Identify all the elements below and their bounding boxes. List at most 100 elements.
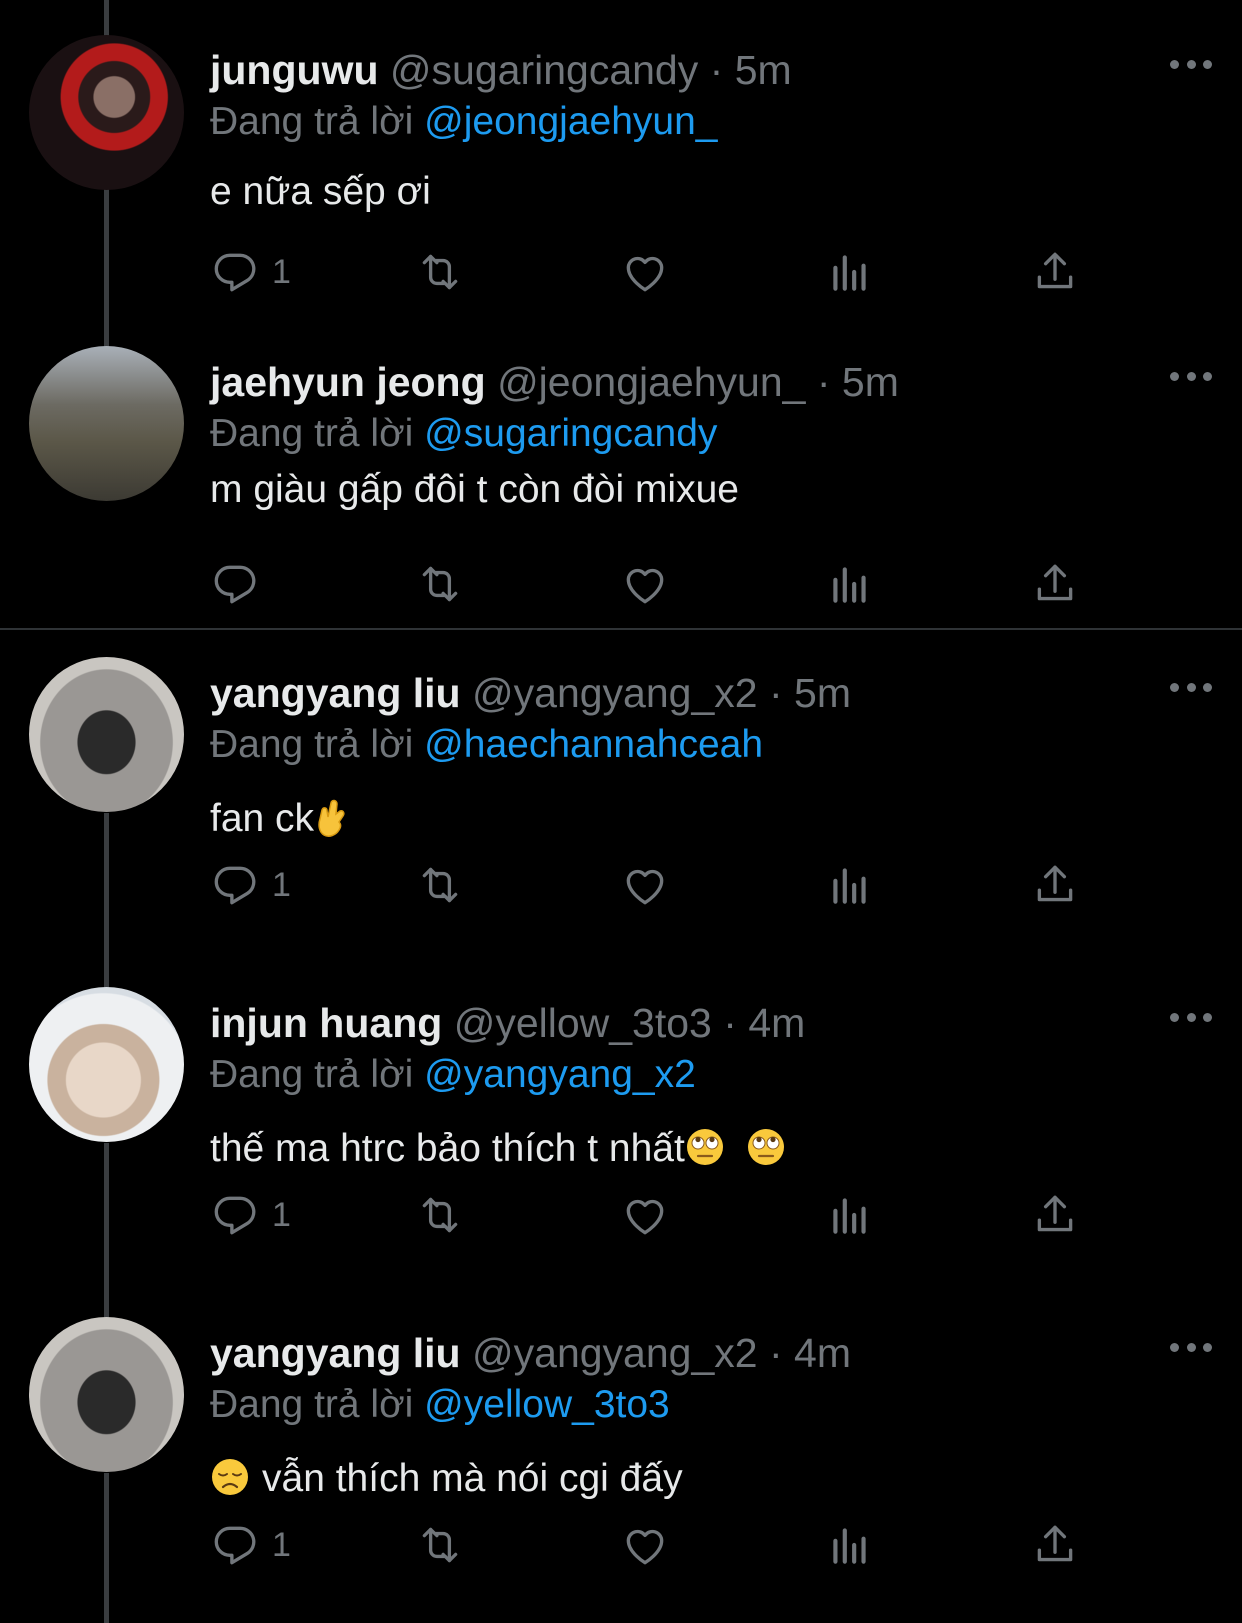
reply-icon [210, 860, 260, 910]
tweet-header: junguwu @sugaringcandy · 5m [210, 42, 792, 98]
mention-link[interactable]: @jeongjaehyun_ [424, 100, 717, 143]
reply-count: 1 [272, 252, 291, 291]
tweet-header: yangyang liu @yangyang_x2 · 4m [210, 1325, 851, 1381]
replying-to-label: Đang trả lời [210, 723, 414, 766]
retweet-button[interactable] [415, 857, 465, 913]
separator: · [816, 359, 831, 405]
tweet-text-row: vẫn thích mà nói cgi đấy [210, 1451, 683, 1513]
display-name[interactable]: jaehyun jeong [210, 359, 486, 405]
views-button[interactable] [825, 556, 875, 612]
views-button[interactable] [825, 244, 875, 300]
handle[interactable]: @yangyang_x2 [472, 1330, 758, 1376]
reply-count: 1 [272, 1195, 291, 1234]
display-name[interactable]: injun huang [210, 1000, 442, 1046]
avatar[interactable] [29, 35, 184, 190]
share-icon [1030, 1190, 1080, 1240]
mention-link[interactable]: @haechannahceah [424, 723, 763, 766]
handle[interactable]: @jeongjaehyun_ [497, 359, 805, 405]
retweet-button[interactable] [415, 1187, 465, 1243]
retweet-button[interactable] [415, 244, 465, 300]
disappointed-emoji [210, 1457, 250, 1513]
like-button[interactable] [620, 244, 670, 300]
replying-to: Đang trả lời @jeongjaehyun_ [210, 94, 718, 150]
like-icon [620, 860, 670, 910]
replying-to-label: Đang trả lời [210, 100, 414, 143]
share-icon [1030, 1520, 1080, 1570]
timestamp[interactable]: 4m [748, 1000, 805, 1046]
mention-link[interactable]: @sugaringcandy [424, 412, 717, 455]
more-icon[interactable] [1170, 54, 1212, 74]
share-button[interactable] [1030, 1187, 1080, 1243]
display-name[interactable]: junguwu [210, 47, 379, 93]
share-button[interactable] [1030, 857, 1080, 913]
retweet-icon [415, 559, 465, 609]
action-bar: 1 [210, 244, 1090, 300]
like-button[interactable] [620, 857, 670, 913]
reply-button[interactable]: 1 [210, 1517, 291, 1573]
action-bar [210, 556, 1090, 612]
like-button[interactable] [620, 556, 670, 612]
reply-count: 1 [272, 865, 291, 904]
display-name[interactable]: yangyang liu [210, 1330, 461, 1376]
reply-button[interactable]: 1 [210, 1187, 291, 1243]
reply-button[interactable]: 1 [210, 857, 291, 913]
like-button[interactable] [620, 1187, 670, 1243]
avatar[interactable] [29, 657, 184, 812]
share-button[interactable] [1030, 556, 1080, 612]
like-button[interactable] [620, 1517, 670, 1573]
more-icon[interactable] [1170, 1337, 1212, 1357]
views-icon [825, 247, 875, 297]
replying-to-label: Đang trả lời [210, 1053, 414, 1096]
like-icon [620, 1520, 670, 1570]
replying-to: Đang trả lời @sugaringcandy [210, 406, 717, 462]
replying-to: Đang trả lời @yangyang_x2 [210, 1047, 696, 1103]
views-icon [825, 860, 875, 910]
reply-button[interactable]: 1 [210, 244, 291, 300]
tweet-header: jaehyun jeong @jeongjaehyun_ · 5m [210, 354, 899, 410]
views-button[interactable] [825, 1187, 875, 1243]
reply-icon [210, 1520, 260, 1570]
eye-roll-emoji [746, 1127, 786, 1183]
more-icon[interactable] [1170, 1007, 1212, 1027]
timestamp[interactable]: 5m [842, 359, 899, 405]
timestamp[interactable]: 5m [794, 670, 851, 716]
thread-line [104, 186, 109, 366]
display-name[interactable]: yangyang liu [210, 670, 461, 716]
retweet-icon [415, 860, 465, 910]
handle[interactable]: @yangyang_x2 [472, 670, 758, 716]
views-icon [825, 1190, 875, 1240]
more-icon[interactable] [1170, 677, 1212, 697]
retweet-icon [415, 1520, 465, 1570]
views-button[interactable] [825, 1517, 875, 1573]
share-button[interactable] [1030, 1517, 1080, 1573]
avatar[interactable] [29, 987, 184, 1142]
handle[interactable]: @yellow_3to3 [454, 1000, 712, 1046]
timestamp[interactable]: 4m [794, 1330, 851, 1376]
action-bar: 1 [210, 1187, 1090, 1243]
separator: · [723, 1000, 737, 1046]
replying-to-label: Đang trả lời [210, 412, 414, 455]
reply-button[interactable] [210, 556, 272, 612]
avatar[interactable] [29, 1317, 184, 1472]
replying-to: Đang trả lời @yellow_3to3 [210, 1377, 670, 1433]
retweet-icon [415, 247, 465, 297]
handle[interactable]: @sugaringcandy [390, 47, 698, 93]
more-icon[interactable] [1170, 366, 1212, 386]
reply-icon [210, 559, 260, 609]
tweet-header: yangyang liu @yangyang_x2 · 5m [210, 665, 851, 721]
retweet-button[interactable] [415, 556, 465, 612]
reply-icon [210, 1190, 260, 1240]
share-button[interactable] [1030, 244, 1080, 300]
thread-line [104, 0, 109, 40]
eye-roll-emoji [685, 1127, 725, 1183]
avatar[interactable] [29, 346, 184, 501]
mention-link[interactable]: @yellow_3to3 [424, 1383, 670, 1426]
replying-to: Đang trả lời @haechannahceah [210, 717, 763, 773]
tweet-text: thế ma htrc bảo thích t nhất [210, 1127, 685, 1170]
mention-link[interactable]: @yangyang_x2 [424, 1053, 696, 1096]
retweet-icon [415, 1190, 465, 1240]
timestamp[interactable]: 5m [735, 47, 792, 93]
thread-line [104, 1143, 109, 1323]
retweet-button[interactable] [415, 1517, 465, 1573]
views-button[interactable] [825, 857, 875, 913]
